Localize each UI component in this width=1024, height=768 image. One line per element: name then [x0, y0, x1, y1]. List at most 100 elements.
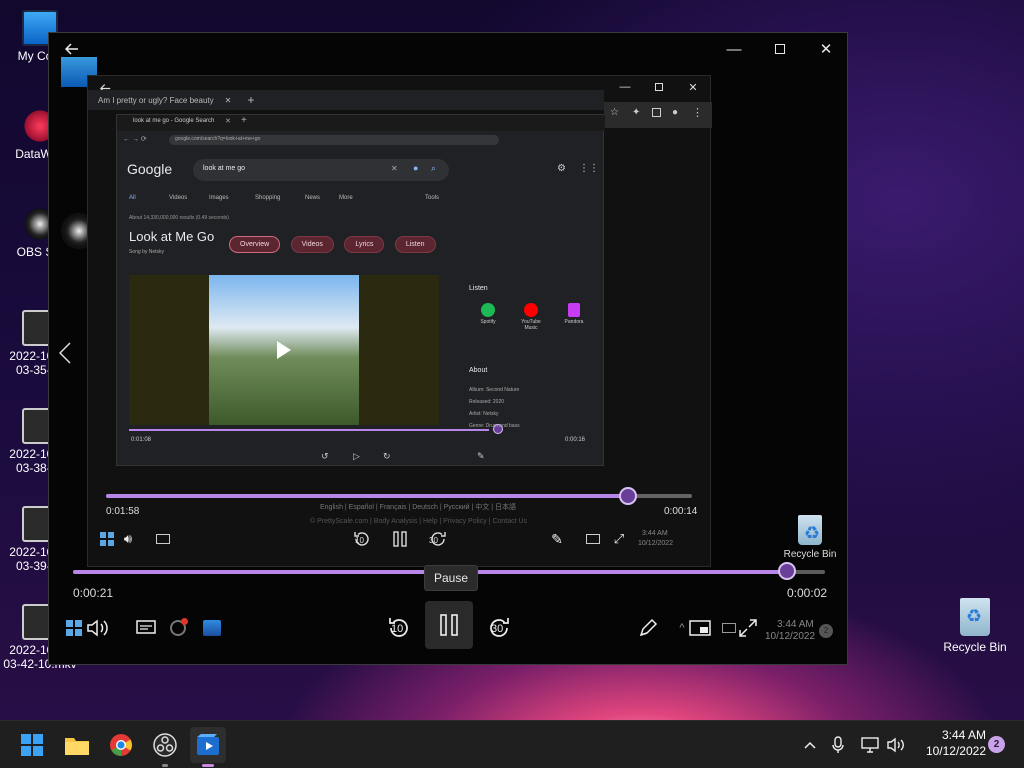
settings-gear-icon[interactable]: ⚙: [557, 163, 566, 174]
minimize-button[interactable]: —: [711, 33, 757, 65]
nested-forward-icon[interactable]: ↻: [383, 451, 391, 462]
profile-icon[interactable]: ●: [672, 107, 678, 118]
recorded-prev-arrow[interactable]: [53, 338, 77, 368]
google-logo[interactable]: Google: [127, 161, 172, 177]
inner-pause-button[interactable]: [388, 528, 412, 550]
minimize-icon: —: [619, 81, 631, 93]
search-tab-images[interactable]: Images: [209, 195, 229, 201]
menu-icon[interactable]: ⋮: [692, 106, 703, 119]
inner-start-icon[interactable]: [98, 530, 116, 548]
inner-tray-date: 10/12/2022: [638, 540, 674, 547]
inner-minimize-button[interactable]: —: [612, 78, 638, 96]
chevron-left-icon: [59, 342, 71, 364]
search-tab-videos[interactable]: Videos: [169, 195, 187, 201]
about-row: Album: Second Nature: [469, 387, 520, 393]
fullscreen-button[interactable]: [735, 615, 761, 641]
provider-spotify[interactable]: Spotify: [473, 303, 503, 325]
provider-label: Pandora: [564, 319, 584, 325]
youtube-music-icon: [524, 303, 538, 317]
search-tabs: All Videos Images Shopping News More Too…: [129, 195, 459, 205]
pause-button[interactable]: [425, 601, 473, 649]
desktop-icon-recycle-bin[interactable]: Recycle Bin: [940, 598, 1010, 654]
apps-grid-icon[interactable]: ⋮⋮: [579, 163, 599, 174]
inner-timeline[interactable]: [106, 494, 692, 498]
file-explorer-button[interactable]: [59, 727, 95, 763]
inner-fullscreen-button[interactable]: ⤢: [608, 528, 630, 550]
nested-rewind-icon[interactable]: ↺: [321, 451, 329, 462]
video-progress-track[interactable]: [129, 429, 489, 431]
spotify-icon: [481, 303, 495, 317]
tray-overflow-button[interactable]: [800, 733, 820, 757]
nested-edit-icon[interactable]: ✎: [477, 451, 485, 462]
inner-maximize-button[interactable]: [646, 78, 672, 96]
chevron-up-icon: [804, 741, 816, 749]
inner-volume-button[interactable]: 🔊︎: [118, 530, 138, 548]
obs-button[interactable]: [147, 727, 183, 767]
close-button[interactable]: ✕: [803, 33, 849, 65]
volume-icon: [87, 619, 108, 637]
search-tab-tools[interactable]: Tools: [425, 195, 439, 201]
inner-rewind-label: 10: [355, 536, 364, 545]
result-count: About 14,330,000,000 results (0.49 secon…: [129, 215, 229, 221]
miniplayer-button[interactable]: [687, 615, 713, 641]
player-app-icon: [201, 617, 223, 639]
search-icon[interactable]: ⌕: [431, 163, 436, 174]
microphone-icon: [832, 736, 844, 753]
outer-total-time: 0:00:02: [787, 586, 828, 600]
browser-tab[interactable]: Am I pretty or ugly? Face beauty: [98, 92, 236, 110]
extensions-icon[interactable]: ✦: [632, 107, 640, 118]
search-tab-news[interactable]: News: [305, 195, 320, 201]
network-button[interactable]: [858, 733, 882, 757]
maximize-button[interactable]: [757, 33, 803, 65]
google-search-box[interactable]: look at me go ✕ ● ⌕: [193, 159, 449, 181]
inner-timeline-thumb[interactable]: [618, 487, 637, 505]
inner-captions-button[interactable]: [154, 530, 172, 548]
nested-play-icon[interactable]: ▷: [353, 451, 360, 462]
inner-miniview-button[interactable]: [582, 528, 604, 550]
chip-listen[interactable]: Listen: [394, 236, 436, 253]
chip-lyrics[interactable]: Lyrics: [344, 236, 385, 253]
clear-icon[interactable]: ✕: [391, 164, 398, 173]
chip-overview[interactable]: Overview: [229, 236, 281, 253]
volume-tray-button[interactable]: [884, 733, 908, 757]
start-button[interactable]: [14, 727, 50, 763]
tab-close-button[interactable]: ✕: [222, 94, 234, 106]
star-icon[interactable]: ☆: [610, 107, 619, 118]
outer-start-icon[interactable]: [63, 617, 85, 639]
microphone-button[interactable]: [828, 733, 848, 757]
pandora-icon: [568, 303, 580, 317]
search-tab-more[interactable]: More: [339, 195, 353, 201]
notification-badge[interactable]: 2: [988, 736, 1005, 753]
provider-youtube-music[interactable]: YouTube Music: [515, 303, 547, 331]
clock-button[interactable]: 3:44 AM 10/12/2022: [912, 727, 986, 763]
mic-icon[interactable]: ●: [413, 163, 418, 173]
tab-close-icon[interactable]: ✕: [225, 117, 231, 125]
media-player-taskbar-button[interactable]: [190, 727, 226, 767]
edit-button[interactable]: [635, 615, 661, 641]
miniplayer-icon: [586, 534, 600, 544]
captions-button[interactable]: [133, 615, 159, 641]
search-tab-all[interactable]: All: [129, 195, 136, 201]
new-tab-icon[interactable]: +: [241, 115, 247, 126]
provider-pandora[interactable]: Pandora: [559, 303, 589, 325]
sidebar-icon[interactable]: [652, 108, 661, 117]
search-tab-shopping[interactable]: Shopping: [255, 195, 280, 201]
volume-button[interactable]: [85, 615, 111, 641]
nested-address-bar[interactable]: google.com/search?q=look+at+me+go: [169, 135, 499, 145]
video-thumbnail[interactable]: [129, 275, 439, 425]
inner-close-button[interactable]: ✕: [680, 78, 706, 96]
display-icon: [722, 623, 736, 633]
tab-title[interactable]: look at me go - Google Search: [133, 118, 214, 124]
inner-edit-button[interactable]: ✎: [546, 528, 568, 550]
play-icon[interactable]: [277, 341, 291, 359]
footer-links[interactable]: English | Español | Français | Deutsch |…: [320, 502, 516, 512]
pause-icon: [440, 614, 458, 636]
outer-timeline-thumb[interactable]: [778, 562, 797, 580]
inner-timeline-fill: [106, 494, 628, 498]
new-tab-button[interactable]: +: [244, 92, 258, 108]
desktop-icon-label: Recycle Bin: [943, 640, 1007, 654]
speaker-icon: [887, 737, 904, 753]
video-current-time: 0:01:08: [131, 437, 152, 443]
chrome-button[interactable]: [103, 727, 139, 763]
chip-videos[interactable]: Videos: [290, 236, 334, 253]
